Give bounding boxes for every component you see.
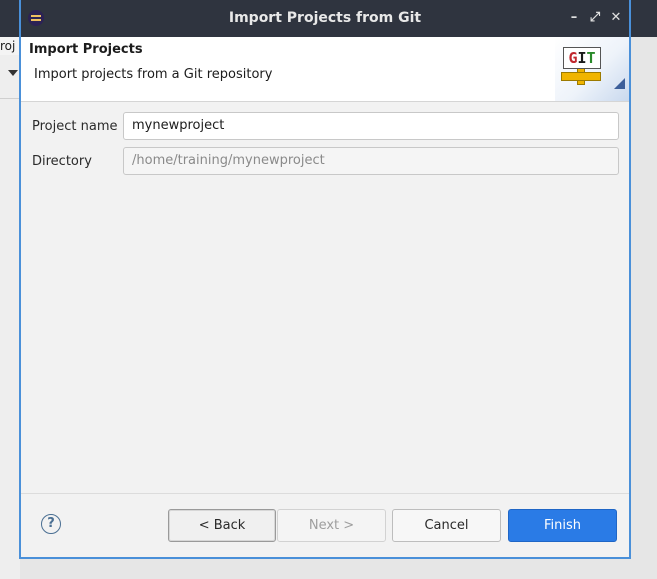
git-logo-icon: GIT [555,37,629,101]
help-icon[interactable]: ? [41,514,61,534]
back-button[interactable]: < Back [168,509,276,542]
wizard-page-description: Import projects from a Git repository [34,67,273,82]
git-logo-letter-i: I [577,49,587,67]
background-truncated-label: roj [0,37,20,55]
wizard-header: Import Projects Import projects from a G… [21,37,629,102]
project-name-input[interactable]: mynewproject [123,112,619,140]
background-dropdown-arrow-icon[interactable] [8,70,18,76]
directory-row: Directory /home/training/mynewproject [21,147,629,177]
project-name-row: Project name mynewproject [21,112,629,142]
directory-label: Directory [32,154,92,169]
git-logo-letter-t: T [586,49,596,67]
git-logo-text: GIT [563,47,601,69]
finish-button[interactable]: Finish [508,509,617,542]
restore-button[interactable]: ⤢ [587,9,603,27]
directory-input: /home/training/mynewproject [123,147,619,175]
wizard-page-title: Import Projects [29,42,143,57]
background-divider [0,98,20,99]
footer-divider [21,493,629,494]
next-button: Next > [277,509,386,542]
close-button[interactable]: ✕ [608,9,624,27]
background-window [0,0,20,579]
corner-triangle-icon [614,78,625,89]
project-name-label: Project name [32,119,118,134]
minimize-button[interactable]: – [566,9,582,27]
git-pipe-horizontal-icon [561,72,601,81]
import-projects-dialog: Import Projects from Git – ⤢ ✕ Import Pr… [19,0,631,559]
cancel-button[interactable]: Cancel [392,509,501,542]
dialog-titlebar: Import Projects from Git – ⤢ ✕ [21,0,629,37]
dialog-title: Import Projects from Git [228,10,422,26]
